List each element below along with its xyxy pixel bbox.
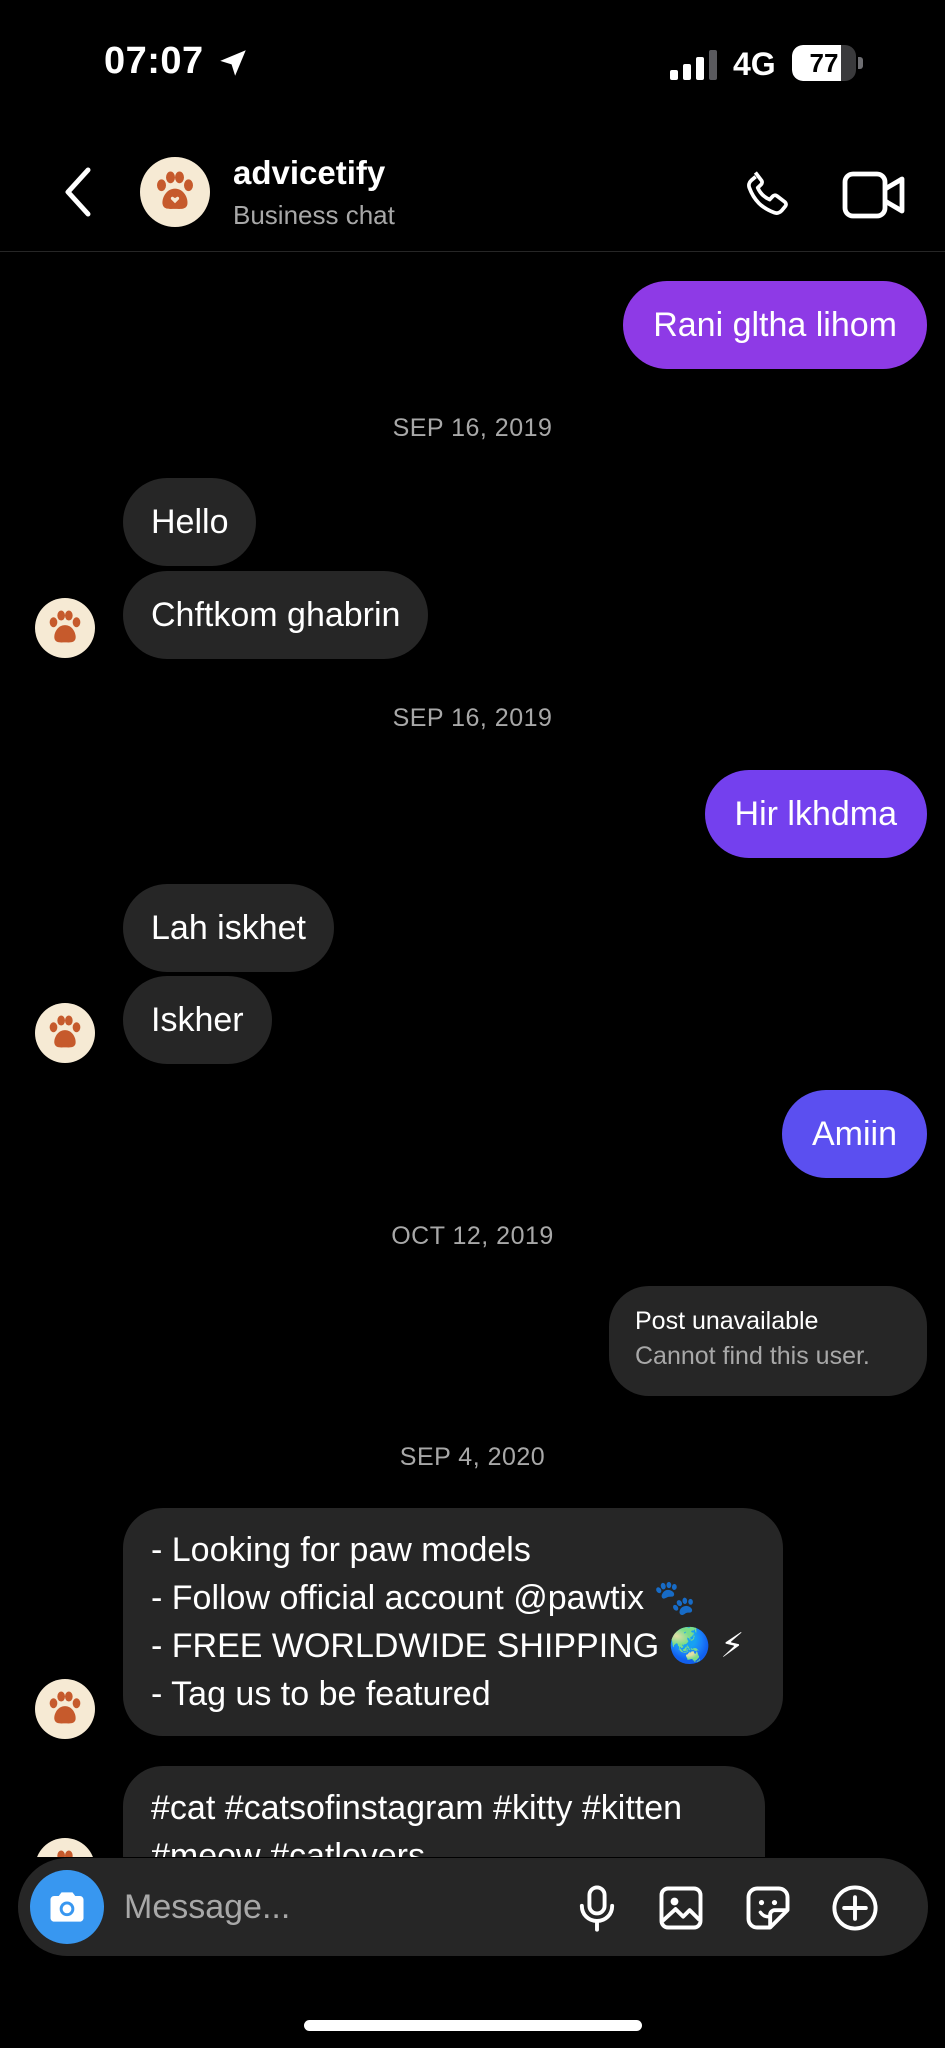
outgoing-message[interactable]: Hir lkhdma — [704, 770, 927, 858]
sender-avatar[interactable] — [35, 1838, 95, 1857]
video-camera-icon[interactable] — [842, 168, 906, 222]
paw-icon — [57, 1850, 73, 1857]
unavailable-post-message[interactable]: Post unavailable Cannot find this user. — [609, 1286, 927, 1396]
unavailable-subtitle: Cannot find this user. — [635, 1342, 870, 1370]
promo-line: - Tag us to be featured — [151, 1675, 491, 1713]
network-type: 4G — [733, 46, 776, 82]
chat-name[interactable]: advicetify — [233, 154, 385, 192]
date-separator: OCT 12, 2019 — [391, 1222, 554, 1250]
image-icon[interactable] — [655, 1882, 707, 1934]
chat-subtitle: Business chat — [233, 200, 395, 230]
date-separator: SEP 16, 2019 — [392, 414, 553, 442]
microphone-icon[interactable] — [571, 1882, 623, 1934]
unavailable-title: Post unavailable — [635, 1307, 819, 1335]
status-bar: 07:07 4G 77 — [0, 0, 945, 130]
avatar[interactable] — [140, 157, 210, 227]
phone-icon[interactable] — [740, 166, 796, 222]
paw-icon — [49, 1015, 81, 1048]
promo-line: - Follow official account @pawtix 🐾 — [151, 1579, 696, 1617]
outgoing-message[interactable]: Amiin — [781, 1090, 927, 1178]
sender-avatar[interactable] — [35, 598, 95, 658]
message-composer — [18, 1858, 928, 1956]
hashtags-message[interactable]: #cat #catsofinstagram #kitty #kitten #me… — [123, 1766, 765, 1857]
message-thread[interactable]: Rani gltha lihom SEP 16, 2019 Hello Chft… — [0, 252, 945, 1857]
status-time: 07:07 — [104, 40, 204, 82]
sticker-icon[interactable] — [742, 1882, 794, 1934]
battery-percent: 77 — [809, 48, 839, 78]
outgoing-message[interactable]: Rani gltha lihom — [623, 281, 927, 369]
promo-message[interactable]: - Looking for paw models - Follow offici… — [123, 1508, 783, 1736]
date-separator: SEP 16, 2019 — [392, 704, 553, 732]
paw-icon — [49, 1691, 81, 1724]
plus-circle-icon[interactable] — [829, 1882, 881, 1934]
chat-header: advicetify Business chat — [0, 130, 945, 252]
date-separator: SEP 4, 2020 — [399, 1443, 546, 1471]
promo-line: - FREE WORLDWIDE SHIPPING 🌏 ⚡ — [151, 1627, 745, 1665]
incoming-message[interactable]: Lah iskhet — [123, 884, 334, 972]
message-input[interactable] — [124, 1858, 564, 1956]
incoming-message[interactable]: Chftkom ghabrin — [123, 571, 429, 659]
sender-avatar[interactable] — [35, 1003, 95, 1063]
battery-icon: 77 — [792, 45, 863, 81]
incoming-message[interactable]: Iskher — [123, 976, 272, 1064]
sender-avatar[interactable] — [35, 1679, 95, 1739]
camera-button[interactable] — [30, 1870, 104, 1944]
home-indicator[interactable] — [304, 2020, 642, 2031]
promo-line: - Looking for paw models — [151, 1531, 531, 1569]
paw-icon — [49, 610, 81, 643]
back-chevron-icon[interactable] — [58, 164, 102, 220]
paw-icon — [157, 171, 193, 209]
location-arrow-icon — [220, 50, 246, 76]
incoming-message[interactable]: Hello — [123, 478, 257, 566]
camera-icon — [50, 1892, 84, 1922]
cellular-signal-icon — [670, 50, 717, 80]
